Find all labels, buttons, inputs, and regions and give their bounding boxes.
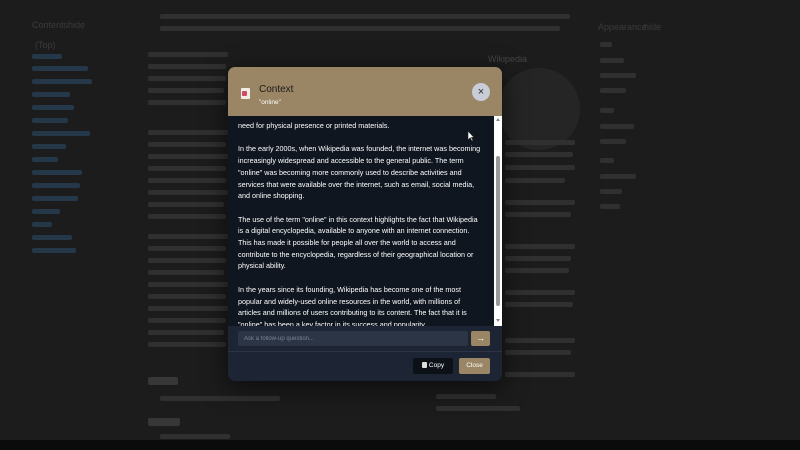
context-paragraph-3: The use of the term "online" in this con… [238,214,478,271]
copy-button[interactable]: Copy [413,358,453,374]
copy-label: Copy [428,362,445,369]
send-button[interactable]: → [471,331,490,346]
document-icon [241,88,250,99]
footer-divider [228,351,502,352]
close-button[interactable]: Close [459,358,490,374]
bottom-bar [0,440,800,450]
context-paragraph-1: need for physical presence or printed ma… [238,121,390,130]
context-text: need for physical presence or printed ma… [238,120,484,326]
modal-content-scroll-area[interactable]: need for physical presence or printed ma… [228,116,502,326]
scroll-down-arrow-icon[interactable] [496,319,500,322]
mouse-cursor-icon [467,130,475,142]
clipboard-icon [421,362,427,368]
modal-header: Context "online" × [228,67,502,116]
modal-title: Context [259,84,294,95]
close-icon[interactable]: × [472,83,490,101]
content-scrollbar[interactable] [494,116,502,326]
context-paragraph-2: In the early 2000s, when Wikipedia was f… [238,144,481,201]
context-paragraph-4: In the years since its founding, Wikiped… [238,284,467,326]
modal-subtitle: "online" [259,99,281,106]
follow-up-input[interactable] [238,331,468,346]
scroll-up-arrow-icon[interactable] [496,118,500,121]
context-modal: Context "online" × need for physical pre… [228,67,502,381]
scrollbar-thumb[interactable] [496,156,500,306]
